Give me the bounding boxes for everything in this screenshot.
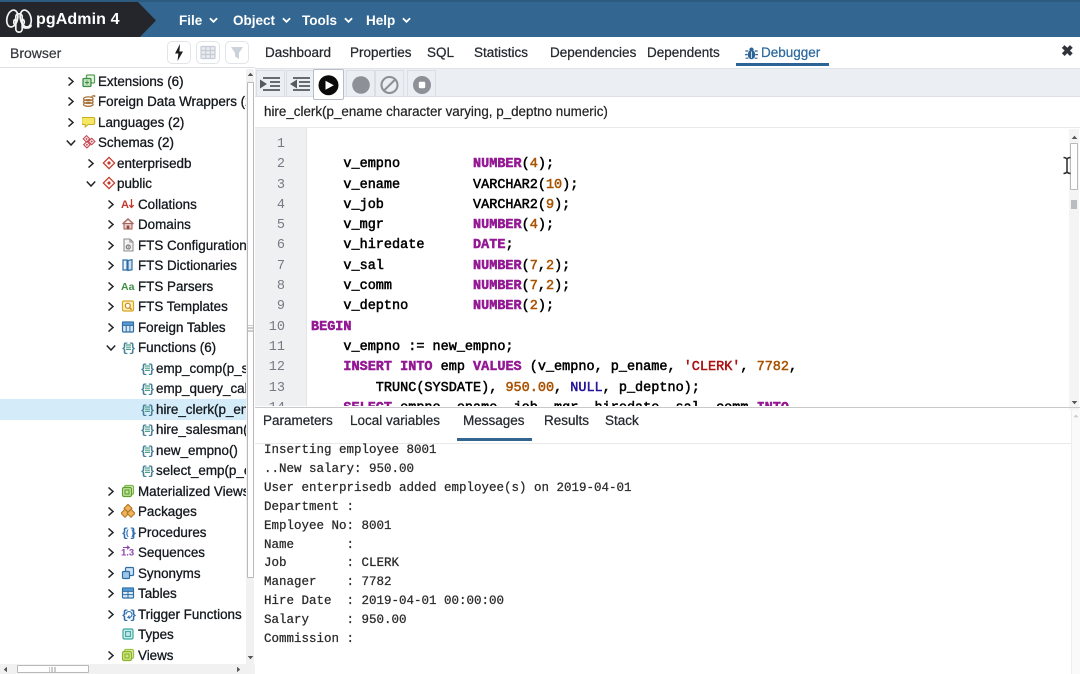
svg-text:{: { — [121, 608, 128, 621]
svg-text:(): () — [125, 528, 135, 538]
svg-text:Aa: Aa — [121, 281, 135, 293]
svg-text:A: A — [121, 199, 129, 211]
svg-text:}: } — [130, 608, 137, 621]
